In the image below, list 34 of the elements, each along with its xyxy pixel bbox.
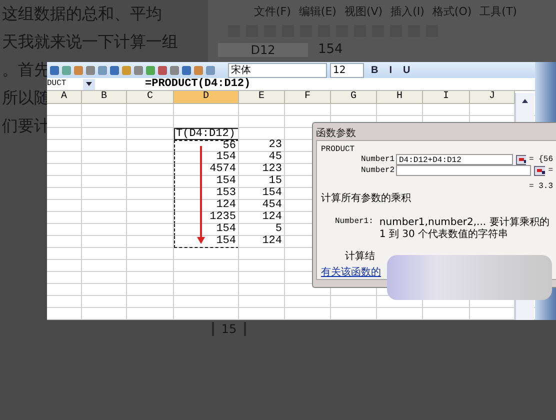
column-header[interactable]: I (423, 91, 470, 104)
argument-result: = (548, 166, 553, 175)
column-header[interactable]: F (285, 91, 331, 104)
format-button[interactable]: I (385, 64, 396, 76)
argument-label: Number1 (361, 155, 393, 164)
range-picker-icon[interactable] (534, 166, 546, 176)
column-header[interactable]: E (239, 91, 285, 104)
range-picker-icon[interactable] (516, 154, 526, 164)
font-field[interactable]: 宋体 (228, 62, 327, 78)
dialog-title: 函数参数 (316, 126, 357, 140)
column-header[interactable]: C (127, 91, 174, 104)
format-button[interactable]: U (399, 64, 414, 76)
column-header[interactable]: H (377, 91, 423, 104)
formula-value: 154 (318, 42, 343, 57)
column-header[interactable]: D (174, 91, 239, 104)
column-header[interactable]: J (470, 91, 515, 104)
name-box[interactable]: DUCT (47, 78, 83, 90)
function-description: 计算所有参数的乘积 (321, 192, 412, 205)
argument-result: = {56 (528, 155, 553, 164)
format-button[interactable]: B (367, 64, 382, 76)
formula-text: =PRODUCT(D4:D12) (145, 78, 251, 90)
formula-result: = 3.3 (528, 182, 553, 191)
column-header[interactable]: G (331, 91, 377, 104)
column-header[interactable]: B (82, 91, 127, 104)
argument-label: Number2 (361, 166, 393, 175)
function-name: PRODUCT (321, 145, 356, 154)
help-link[interactable]: 有关该函数的 (321, 265, 381, 279)
column-header[interactable]: A (47, 91, 82, 104)
argument-help-text: number1,number2,... 要计算乘积的 1 到 30 个代表数值的字符串 (379, 217, 550, 241)
result-label: 计算结 (345, 250, 375, 263)
argument-field[interactable] (396, 165, 532, 176)
font-size-field[interactable]: 12 (330, 62, 364, 78)
argument-field[interactable]: D4:D12+D4:D12 (396, 154, 514, 165)
argument-label: Number1: (335, 217, 374, 228)
